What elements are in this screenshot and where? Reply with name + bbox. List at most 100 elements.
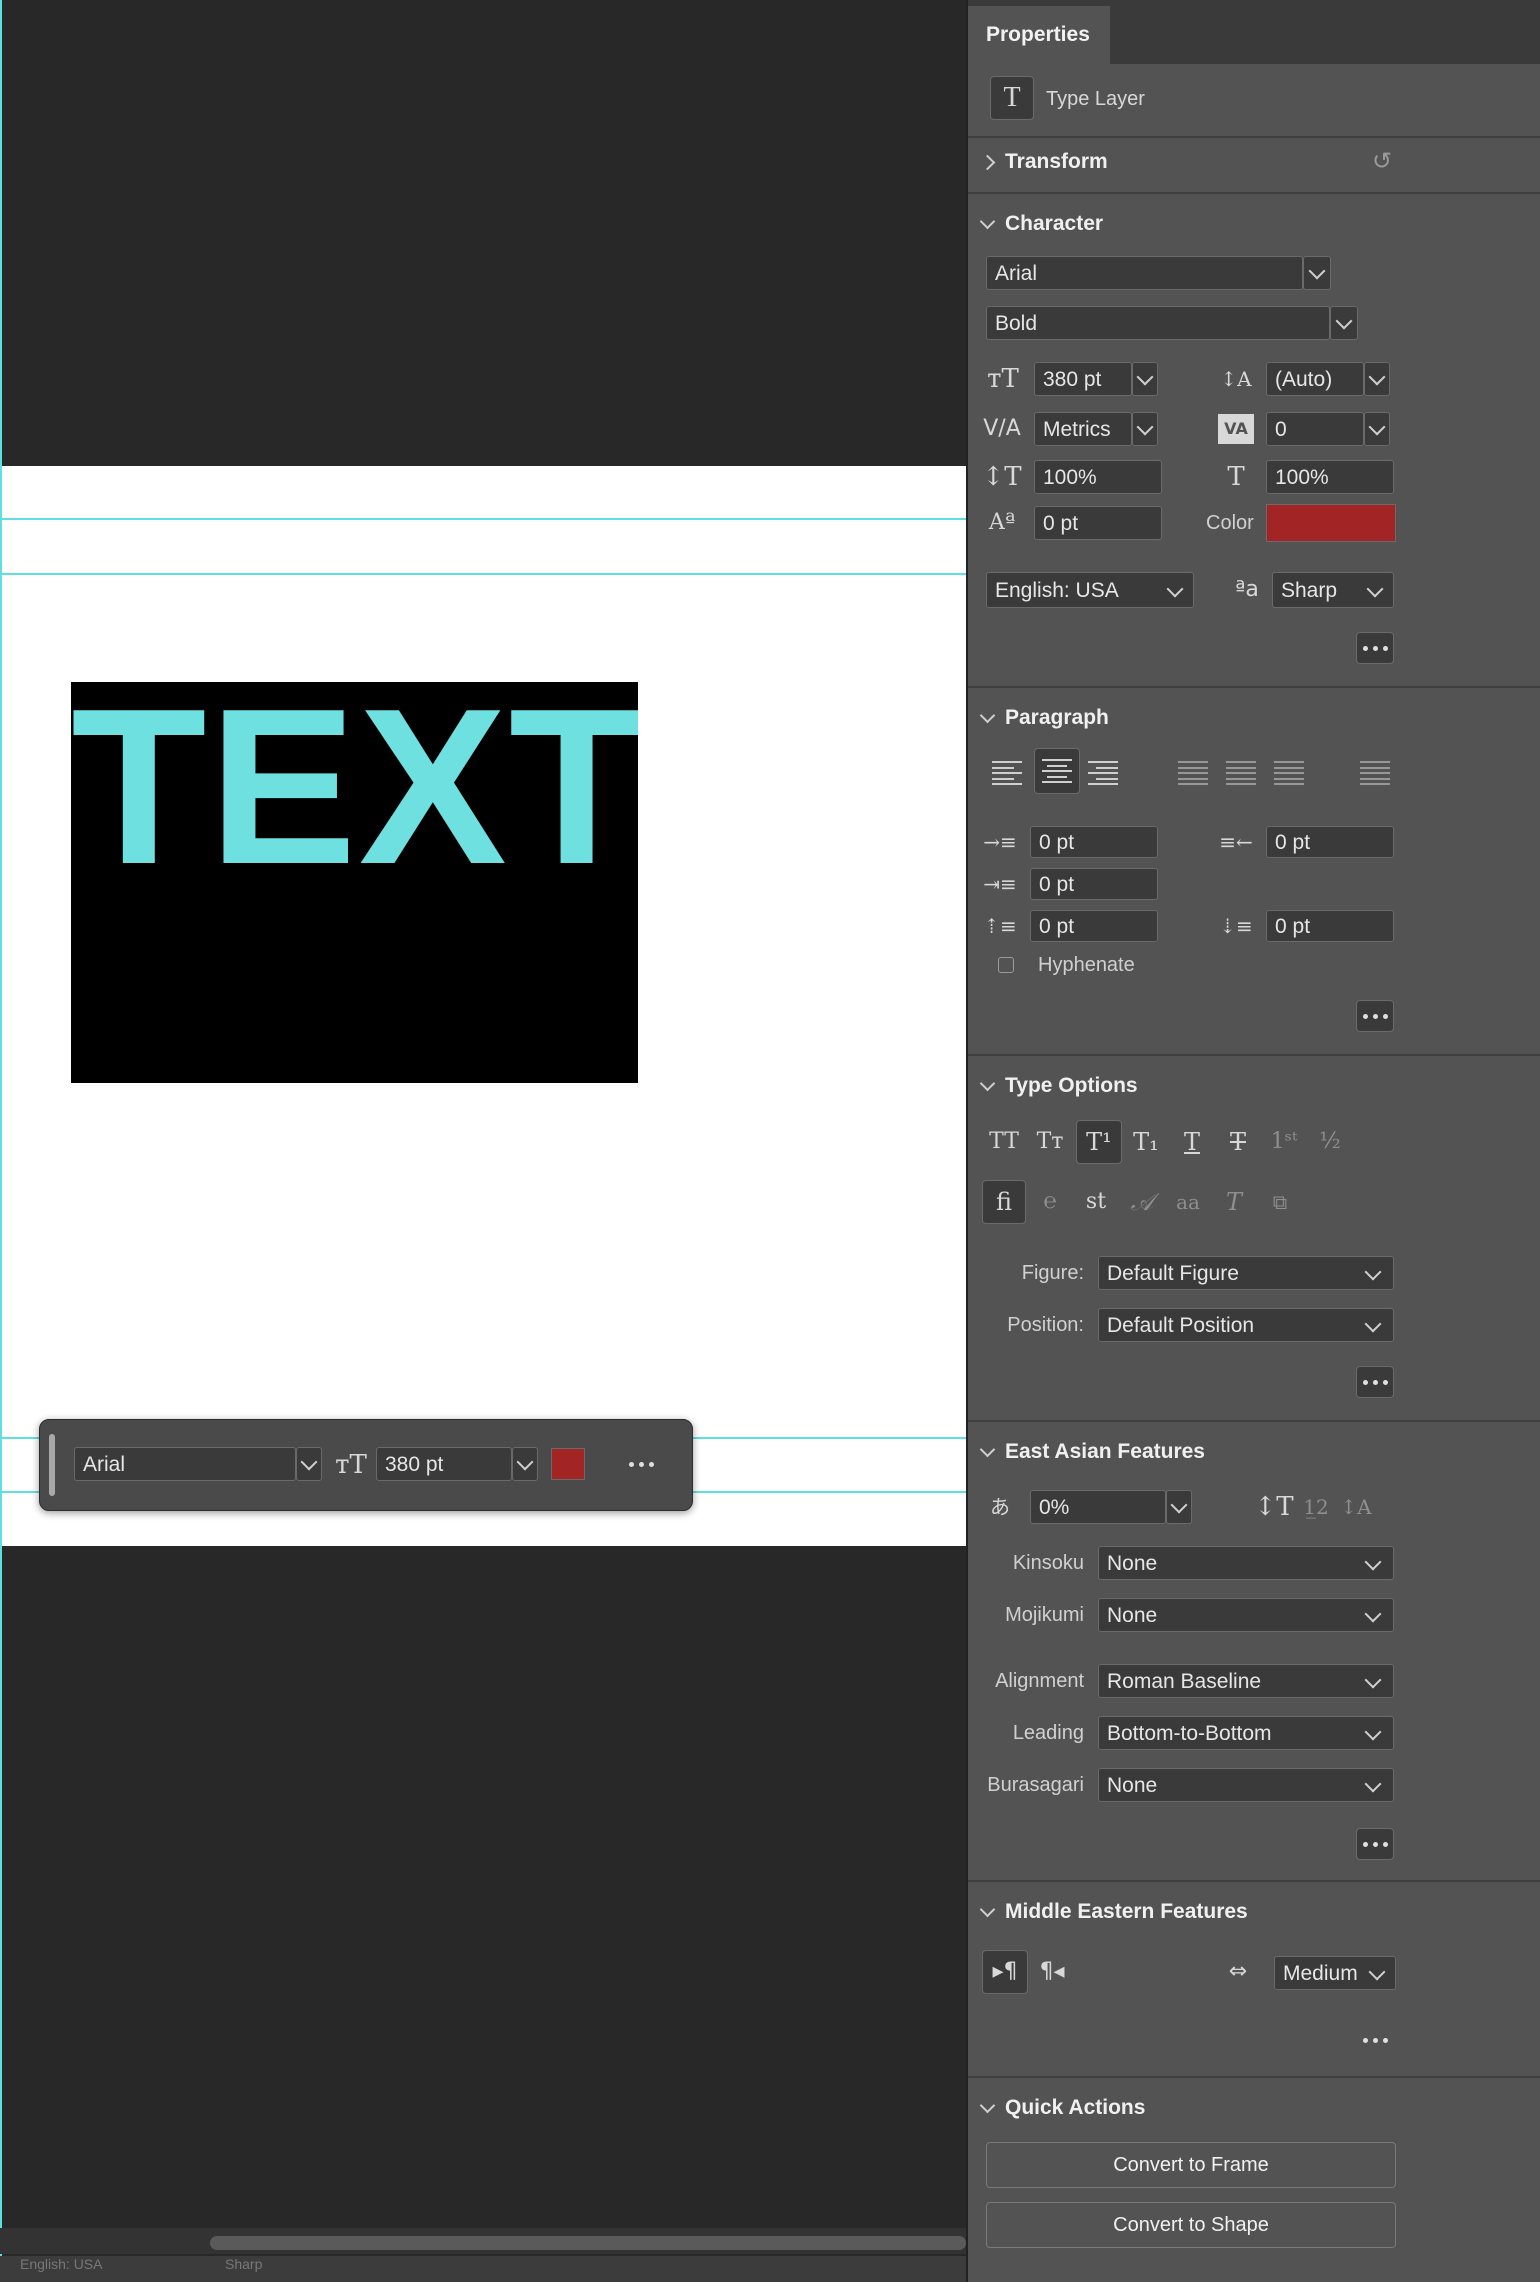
- section-paragraph-header[interactable]: Paragraph: [979, 706, 1109, 730]
- ctx-font-dropdown[interactable]: [296, 1447, 322, 1481]
- tsume-dropdown[interactable]: [1166, 1490, 1192, 1524]
- character-color-swatch[interactable]: [1266, 504, 1396, 542]
- leading-icon: ↕A: [1220, 367, 1252, 391]
- small-caps-icon[interactable]: Tᴛ: [1030, 1124, 1070, 1160]
- indent-right-input[interactable]: 0 pt: [1266, 826, 1394, 858]
- document-canvas[interactable]: TEXT Arial ᴛT 380 pt English: USA Sharp: [0, 0, 966, 2282]
- titling-alternates-icon[interactable]: T: [1214, 1184, 1254, 1220]
- convert-to-frame-button[interactable]: Convert to Frame: [986, 2142, 1396, 2188]
- hyphenate-checkbox[interactable]: [998, 957, 1014, 973]
- section-transform-header[interactable]: Transform: [979, 150, 1108, 174]
- baseline-shift-input[interactable]: 0 pt: [1034, 506, 1162, 540]
- underline-icon[interactable]: T: [1172, 1124, 1212, 1160]
- stylistic-alternates-icon[interactable]: aa: [1168, 1184, 1208, 1220]
- font-style-select[interactable]: Bold: [986, 306, 1330, 340]
- middle-eastern-more-button[interactable]: [1356, 2024, 1394, 2056]
- align-right-icon[interactable]: [1088, 758, 1118, 788]
- justify-center-icon[interactable]: [1226, 758, 1256, 788]
- tsume-input[interactable]: 0%: [1030, 1490, 1166, 1524]
- section-character-header[interactable]: Character: [979, 212, 1103, 236]
- align-left-icon[interactable]: [992, 758, 1022, 788]
- font-family-dropdown[interactable]: [1303, 256, 1331, 290]
- vertical-scale-input[interactable]: 100%: [1034, 460, 1162, 494]
- kinsoku-select[interactable]: None: [1098, 1546, 1394, 1580]
- rtl-direction-icon[interactable]: ¶◂: [1032, 1954, 1072, 1990]
- mojikumi-label: Mojikumi: [1005, 1604, 1084, 1626]
- ea-leading-select[interactable]: Bottom-to-Bottom: [1098, 1716, 1394, 1750]
- ctx-size-dropdown[interactable]: [512, 1447, 538, 1481]
- east-asian-more-button[interactable]: [1356, 1828, 1394, 1860]
- warichu-icon[interactable]: 1̲2: [1298, 1490, 1334, 1524]
- justify-right-icon[interactable]: [1274, 758, 1304, 788]
- ligatures-button[interactable]: ﬁ: [982, 1180, 1026, 1224]
- reset-transform-icon[interactable]: ↺: [1364, 146, 1400, 176]
- guide-horizontal[interactable]: [0, 573, 966, 575]
- tracking-input[interactable]: 0: [1266, 412, 1364, 446]
- mojikumi-select[interactable]: None: [1098, 1598, 1394, 1632]
- space-after-input[interactable]: 0 pt: [1266, 910, 1394, 942]
- font-family-select[interactable]: Arial: [986, 256, 1303, 290]
- position-label: Position:: [1007, 1314, 1084, 1336]
- section-middle-eastern-header[interactable]: Middle Eastern Features: [979, 1900, 1248, 1924]
- character-more-button[interactable]: [1356, 632, 1394, 664]
- justify-left-icon[interactable]: [1178, 758, 1208, 788]
- space-before-input[interactable]: 0 pt: [1030, 910, 1158, 942]
- kerning-dropdown[interactable]: [1132, 412, 1158, 446]
- font-style-dropdown[interactable]: [1330, 306, 1358, 340]
- kashida-select[interactable]: Medium: [1274, 1956, 1396, 1990]
- type-options-more-button[interactable]: [1356, 1366, 1394, 1398]
- scrollbar-thumb[interactable]: [210, 2236, 966, 2250]
- contextual-alternates-icon[interactable]: ℮: [1030, 1184, 1070, 1220]
- guide-vertical[interactable]: [0, 0, 2, 2282]
- position-select[interactable]: Default Position: [1098, 1308, 1394, 1342]
- chevron-down-icon: [1364, 1671, 1382, 1689]
- all-caps-icon[interactable]: TT: [984, 1124, 1024, 1160]
- ctx-font-family[interactable]: Arial: [74, 1447, 296, 1481]
- kerning-input[interactable]: Metrics: [1034, 412, 1132, 446]
- position-value: Default Position: [1107, 1313, 1255, 1337]
- ctx-more-button[interactable]: [622, 1448, 660, 1480]
- section-quick-actions-header[interactable]: Quick Actions: [979, 2096, 1145, 2120]
- ctx-color-swatch[interactable]: [551, 1448, 585, 1480]
- superscript-button[interactable]: T¹: [1076, 1120, 1122, 1164]
- antialias-select[interactable]: Sharp: [1272, 572, 1394, 608]
- guide-horizontal[interactable]: [0, 518, 966, 520]
- align-center-button[interactable]: [1034, 748, 1080, 794]
- indent-first-line-input[interactable]: 0 pt: [1030, 868, 1158, 900]
- alignment-select[interactable]: Roman Baseline: [1098, 1664, 1394, 1698]
- fractions-icon[interactable]: ½: [1310, 1124, 1350, 1160]
- tracking-dropdown[interactable]: [1364, 412, 1390, 446]
- tab-properties[interactable]: Properties: [968, 6, 1110, 64]
- ltr-direction-button[interactable]: ▸¶: [982, 1950, 1028, 1994]
- figure-select[interactable]: Default Figure: [1098, 1256, 1394, 1290]
- leading-input[interactable]: (Auto): [1266, 362, 1364, 396]
- discretionary-ligatures-icon[interactable]: st: [1076, 1184, 1116, 1220]
- convert-to-shape-button[interactable]: Convert to Shape: [986, 2202, 1396, 2248]
- text-frame[interactable]: TEXT: [71, 682, 638, 1083]
- indent-right-icon: ≡←: [1219, 830, 1253, 854]
- ctx-font-size[interactable]: 380 pt: [376, 1447, 512, 1481]
- paragraph-more-button[interactable]: [1356, 1000, 1394, 1032]
- section-type-options-header[interactable]: Type Options: [979, 1074, 1138, 1098]
- strikethrough-icon[interactable]: T: [1218, 1124, 1258, 1160]
- drag-handle[interactable]: [49, 1434, 55, 1496]
- ordinals-icon[interactable]: 1ˢᵗ: [1264, 1124, 1304, 1160]
- language-select[interactable]: English: USA: [986, 572, 1194, 608]
- ruby-icon[interactable]: ↕A: [1338, 1490, 1374, 1524]
- swash-icon[interactable]: 𝒜: [1122, 1184, 1162, 1220]
- stylistic-sets-icon[interactable]: ⧉: [1260, 1184, 1300, 1220]
- text-frame-content[interactable]: TEXT: [71, 682, 638, 898]
- chevron-down-icon: [979, 707, 996, 723]
- section-title: Middle Eastern Features: [1005, 1900, 1248, 1923]
- burasagari-select[interactable]: None: [1098, 1768, 1394, 1802]
- subscript-icon[interactable]: T₁: [1126, 1124, 1166, 1160]
- section-east-asian-header[interactable]: East Asian Features: [979, 1440, 1205, 1464]
- font-size-dropdown[interactable]: [1132, 362, 1158, 396]
- indent-left-input[interactable]: 0 pt: [1030, 826, 1158, 858]
- font-size-input[interactable]: 380 pt: [1034, 362, 1132, 396]
- horizontal-scale-input[interactable]: 100%: [1266, 460, 1394, 494]
- leading-dropdown[interactable]: [1364, 362, 1390, 396]
- justify-all-icon[interactable]: [1360, 758, 1390, 788]
- chevron-down-icon: [979, 1901, 996, 1917]
- tate-chu-yoko-icon[interactable]: ↕T: [1254, 1490, 1294, 1524]
